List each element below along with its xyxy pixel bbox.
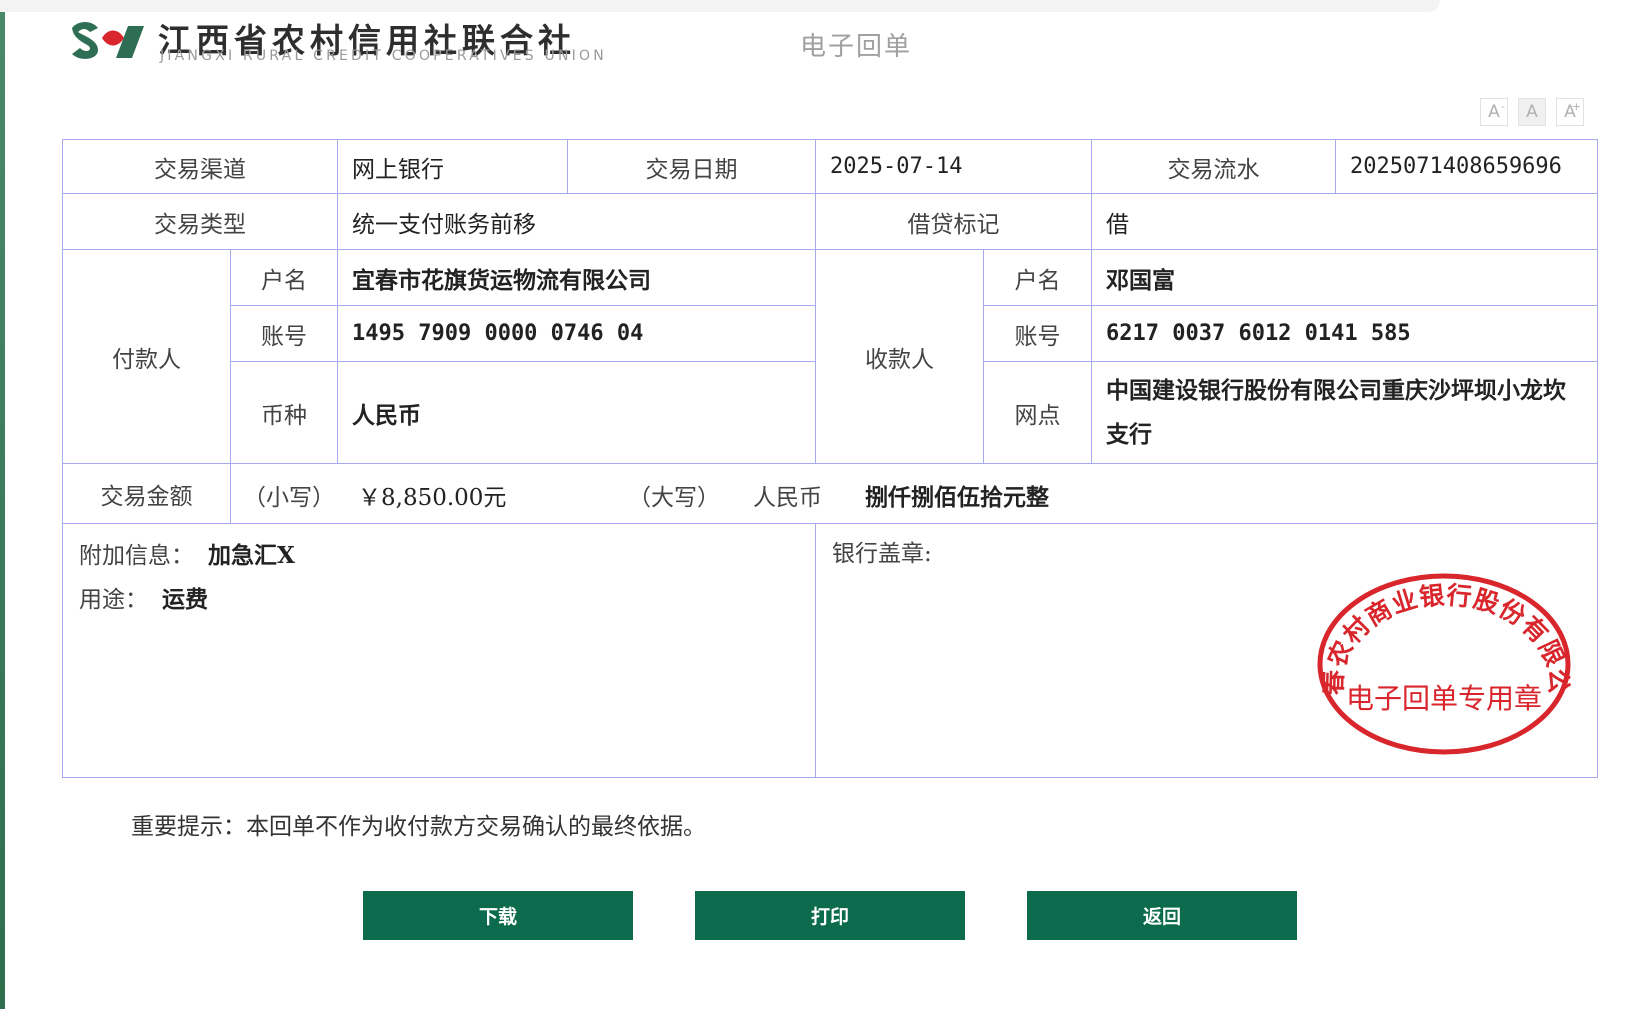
amount-small-value: ￥8,850.00元 — [358, 485, 507, 511]
payer-account-value: 1495 7909 0000 0746 04 — [338, 306, 816, 362]
payee-name-value: 邓国富 — [1092, 250, 1597, 306]
brand-name-en: JIANGXI RURAL CREDIT COOPERATIVES UNION — [160, 48, 607, 64]
top-bar — [0, 0, 1440, 12]
important-notice: 重要提示：本回单不作为收付款方交易确认的最终依据。 — [131, 814, 706, 840]
payee-name-label: 户名 — [984, 250, 1092, 306]
extra-info-value: 加急汇X — [208, 542, 295, 569]
font-normal-label: A — [1526, 102, 1538, 122]
serial-label: 交易流水 — [1092, 140, 1336, 194]
dc-value: 借 — [1092, 194, 1597, 250]
date-value: 2025-07-14 — [816, 140, 1092, 194]
payer-currency-value: 人民币 — [338, 362, 816, 464]
payee-branch-value: 中国建设银行股份有限公司重庆沙坪坝小龙坎支行 — [1092, 362, 1597, 464]
payer-name-value: 宜春市花旗货运物流有限公司 — [338, 250, 816, 306]
payee-account-value: 6217 0037 6012 0141 585 — [1092, 306, 1597, 362]
jx-rcc-logo-icon — [72, 22, 144, 59]
dc-label: 借贷标记 — [816, 194, 1092, 250]
payer-account-label: 账号 — [231, 306, 338, 362]
channel-value: 网上银行 — [338, 140, 568, 194]
purpose-line: 用途： 运费 — [79, 580, 208, 614]
payee-branch-label: 网点 — [984, 362, 1092, 464]
font-decrease-label: A — [1488, 102, 1500, 122]
payer-label: 付款人 — [63, 250, 231, 464]
date-label: 交易日期 — [568, 140, 816, 194]
font-size-tools: A- A A + — [1480, 98, 1584, 126]
extra-info: 附加信息： 加急汇X 用途： 运费 — [63, 524, 816, 777]
stamp-label: 银行盖章: — [832, 541, 932, 567]
back-button[interactable]: 返回 — [1027, 891, 1297, 940]
payee-account-label: 账号 — [984, 306, 1092, 362]
extra-info-line: 附加信息： 加急汇X — [79, 536, 295, 570]
left-edge-strip — [0, 0, 5, 1009]
channel-label: 交易渠道 — [63, 140, 338, 194]
receipt-table: 交易渠道 网上银行 交易日期 2025-07-14 交易流水 202507140… — [62, 139, 1598, 778]
type-label: 交易类型 — [63, 194, 338, 250]
download-button[interactable]: 下载 — [363, 891, 633, 940]
font-decrease-mark: - — [1501, 100, 1505, 113]
purpose-value: 运费 — [162, 586, 208, 613]
payer-currency-label: 币种 — [231, 362, 338, 464]
font-increase-mark: + — [1571, 100, 1581, 113]
extra-info-label: 附加信息： — [79, 543, 194, 569]
serial-value: 2025071408659696 — [1336, 140, 1597, 194]
type-value: 统一支付账务前移 — [338, 194, 816, 250]
payee-label: 收款人 — [816, 250, 984, 464]
amount-small-label: （小写） — [243, 485, 335, 511]
bank-stamp-area: 银行盖章: 宜春农村商业银行股份有限公司 电子回单专用章 — [816, 524, 1597, 777]
print-button[interactable]: 打印 — [695, 891, 965, 940]
document-title: 电子回单 — [800, 32, 913, 62]
header: 江西省农村信用社联合社 JIANGXI RURAL CREDIT COOPERA… — [68, 14, 968, 74]
amount-big-value: 捌仟捌佰伍拾元整 — [865, 484, 1049, 511]
font-increase-button[interactable]: A + — [1556, 98, 1584, 126]
svg-text:宜春农村商业银行股份有限公司: 宜春农村商业银行股份有限公司 — [1316, 572, 1572, 695]
purpose-label: 用途： — [79, 587, 148, 613]
amount-row: 交易金额 （小写） ￥8,850.00元 （大写） 人民币 捌仟捌佰伍拾元整 — [63, 464, 1597, 524]
bank-seal-icon: 宜春农村商业银行股份有限公司 电子回单专用章 — [1316, 572, 1572, 755]
amount-label: 交易金额 — [63, 464, 231, 523]
stamp-org-text: 宜春农村商业银行股份有限公司 — [1316, 572, 1572, 695]
font-decrease-button[interactable]: A- — [1480, 98, 1508, 126]
font-normal-button[interactable]: A — [1518, 98, 1546, 126]
payer-name-label: 户名 — [231, 250, 338, 306]
amount-big-label: （大写） — [628, 485, 720, 511]
amount-big-currency: 人民币 — [753, 485, 822, 511]
stamp-use-text: 电子回单专用章 — [1346, 682, 1542, 715]
